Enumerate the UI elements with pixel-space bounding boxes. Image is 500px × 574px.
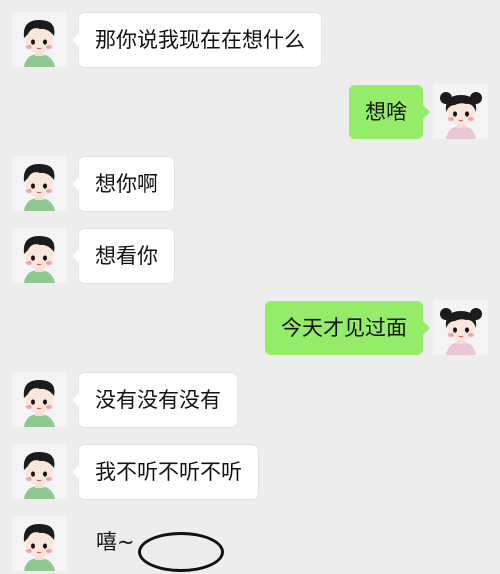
girl-avatar[interactable] [433, 84, 488, 139]
sticker-image[interactable] [138, 532, 224, 572]
message-bubble[interactable]: 没有没有没有 [72, 373, 237, 427]
message-bubble[interactable]: 今天才见过面 [265, 301, 430, 355]
boy-avatar[interactable] [12, 12, 67, 67]
message-bubble[interactable]: 那你说我现在在想什么 [72, 13, 321, 67]
boy-avatar[interactable] [12, 228, 67, 283]
boy-avatar[interactable] [12, 372, 67, 427]
boy-avatar[interactable] [12, 516, 67, 571]
message-bubble[interactable]: 想你啊 [72, 157, 174, 211]
message-bubble[interactable]: 我不听不听不听 [72, 445, 258, 499]
sticker-text: 嘻~ [96, 530, 135, 554]
message-bubble[interactable]: 想看你 [72, 229, 174, 283]
message-row [0, 516, 500, 574]
message-row: 想看你 [0, 228, 500, 286]
message-row: 想你啊 [0, 156, 500, 214]
message-bubble[interactable]: 想啥 [349, 85, 430, 139]
message-row: 我不听不听不听 [0, 444, 500, 502]
message-row: 那你说我现在在想什么 [0, 12, 500, 70]
girl-avatar[interactable] [433, 300, 488, 355]
message-row: 想啥 [0, 84, 500, 142]
message-row: 今天才见过面 [0, 300, 500, 358]
message-row: 没有没有没有 [0, 372, 500, 430]
boy-avatar[interactable] [12, 156, 67, 211]
boy-avatar[interactable] [12, 444, 67, 499]
